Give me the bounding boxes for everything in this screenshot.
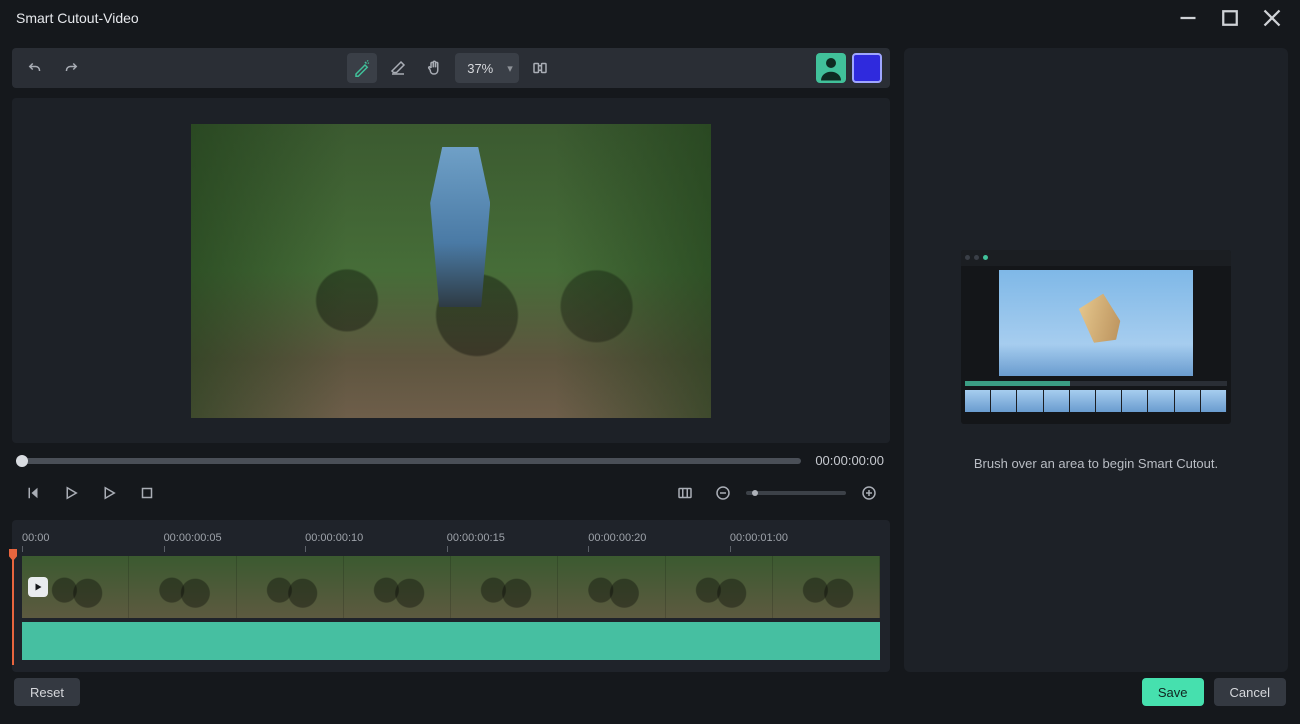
footer: Reset Save Cancel: [0, 672, 1300, 712]
magic-brush-button[interactable]: [347, 53, 377, 83]
titlebar: Smart Cutout-Video: [0, 0, 1300, 36]
hint-pane: Brush over an area to begin Smart Cutout…: [904, 48, 1288, 672]
subject-button[interactable]: [816, 53, 846, 83]
next-frame-button[interactable]: [94, 478, 124, 508]
fit-screen-button[interactable]: [670, 478, 700, 508]
hint-text: Brush over an area to begin Smart Cutout…: [974, 456, 1218, 471]
window-title: Smart Cutout-Video: [16, 10, 139, 26]
cancel-button[interactable]: Cancel: [1214, 678, 1286, 706]
track-play-icon: [28, 577, 48, 597]
playback-controls: [12, 478, 890, 508]
time-mark: 00:00:00:20: [588, 532, 646, 552]
maximize-button[interactable]: [1218, 6, 1242, 30]
timeline[interactable]: 00:00 00:00:00:05 00:00:00:10 00:00:00:1…: [12, 520, 890, 672]
time-mark: 00:00:00:05: [164, 532, 222, 552]
chevron-down-icon: ▾: [507, 62, 513, 75]
zoom-value: 37%: [467, 61, 493, 76]
frame-thumb: [129, 556, 236, 618]
hint-thumbnail: [961, 250, 1231, 424]
eraser-button[interactable]: [383, 53, 413, 83]
compare-toggle-button[interactable]: [525, 53, 555, 83]
play-button[interactable]: [56, 478, 86, 508]
playhead[interactable]: [12, 555, 14, 665]
background-color-swatch[interactable]: [852, 53, 882, 83]
pan-button[interactable]: [419, 53, 449, 83]
undo-button[interactable]: [20, 53, 50, 83]
frame-thumb: [666, 556, 773, 618]
scrubber-handle[interactable]: [16, 455, 28, 467]
save-button[interactable]: Save: [1142, 678, 1204, 706]
time-mark: 00:00:00:10: [305, 532, 363, 552]
stop-button[interactable]: [132, 478, 162, 508]
scrubber-track[interactable]: [18, 458, 801, 464]
timecode: 00:00:00:00: [815, 453, 884, 468]
reset-button[interactable]: Reset: [14, 678, 80, 706]
editor-pane: 37% ▾ 00:00:00:00: [12, 48, 890, 672]
zoom-slider[interactable]: [746, 491, 846, 495]
timeline-ruler: 00:00 00:00:00:05 00:00:00:10 00:00:00:1…: [22, 528, 880, 556]
frame-thumb: [237, 556, 344, 618]
frames-track[interactable]: [22, 556, 880, 618]
time-mark: 00:00:00:15: [447, 532, 505, 552]
cutout-track[interactable]: [22, 622, 880, 660]
zoom-out-button[interactable]: [708, 478, 738, 508]
frame-thumb: [451, 556, 558, 618]
preview-frame-image: [191, 124, 711, 418]
close-button[interactable]: [1260, 6, 1284, 30]
frame-thumb: [344, 556, 451, 618]
time-mark: 00:00: [22, 532, 50, 552]
redo-button[interactable]: [56, 53, 86, 83]
frame-thumb: [773, 556, 880, 618]
frame-thumb: [558, 556, 665, 618]
zoom-slider-handle[interactable]: [752, 490, 758, 496]
toolbar: 37% ▾: [12, 48, 890, 88]
preview-canvas[interactable]: [12, 98, 890, 443]
time-mark: 00:00:01:00: [730, 532, 788, 552]
minimize-button[interactable]: [1176, 6, 1200, 30]
zoom-dropdown[interactable]: 37% ▾: [455, 53, 519, 83]
prev-frame-button[interactable]: [18, 478, 48, 508]
window-controls: [1176, 6, 1290, 30]
zoom-in-button[interactable]: [854, 478, 884, 508]
